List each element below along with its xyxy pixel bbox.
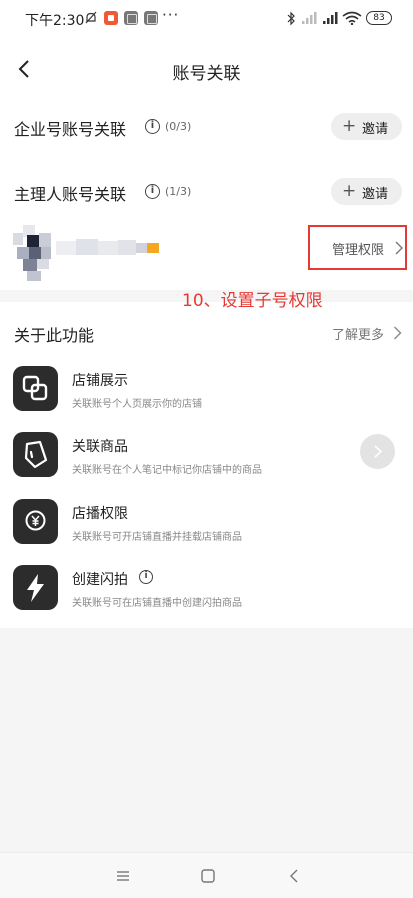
feature-item: 店播权限 关联账号可开店铺直播并挂载店铺商品	[0, 499, 413, 565]
feature-desc: 关联账号在个人笔记中标记你店铺中的商品	[72, 465, 262, 476]
about-section: 关于此功能 了解更多 店铺展示 关联账号个人页展示你的店铺 关联商品 关联账号在…	[0, 302, 413, 628]
signal-icon	[323, 12, 338, 24]
back-icon[interactable]	[286, 867, 304, 885]
feature-title: 店播权限	[72, 506, 128, 522]
manager-link-title: 主理人账号关联	[14, 185, 127, 204]
invite-label: 邀请	[362, 122, 389, 137]
enterprise-link-count: (0/3)	[165, 120, 192, 133]
about-title: 关于此功能	[14, 326, 95, 345]
manager-invite-button[interactable]: + 邀请	[331, 178, 402, 205]
wifi-icon	[342, 11, 362, 25]
bluetooth-icon	[287, 11, 295, 26]
yen-coin-icon	[13, 499, 58, 544]
plus-icon: +	[342, 181, 357, 201]
feature-desc: 关联账号个人页展示你的店铺	[72, 399, 202, 410]
page-title: 账号关联	[172, 64, 241, 84]
feature-title: 创建闪拍	[72, 572, 128, 588]
bell-muted-icon	[85, 11, 97, 24]
lightning-icon	[13, 565, 58, 610]
enterprise-invite-button[interactable]: + 邀请	[331, 113, 402, 140]
battery-indicator: 83	[366, 11, 392, 25]
notification-app-icon	[104, 11, 118, 25]
menu-icon[interactable]	[114, 867, 132, 885]
info-icon[interactable]: i	[145, 184, 160, 199]
info-icon[interactable]: i	[139, 570, 153, 584]
blurred-account-name	[56, 239, 159, 255]
signal-icon	[302, 12, 317, 24]
status-time: 下午2:30	[25, 13, 85, 29]
chevron-right-icon	[395, 241, 403, 255]
feature-item: 店铺展示 关联账号个人页展示你的店铺	[0, 366, 413, 432]
manage-permissions-label: 管理权限	[332, 243, 385, 258]
home-icon[interactable]	[199, 867, 217, 885]
plus-icon: +	[342, 116, 357, 136]
more-notifications-icon: ···	[162, 6, 180, 24]
feature-desc: 关联账号可在店铺直播中创建闪拍商品	[72, 598, 242, 609]
learn-more-link[interactable]: 了解更多	[332, 324, 384, 343]
notification-app-icon	[124, 11, 138, 25]
feature-title: 店铺展示	[72, 373, 128, 389]
chevron-right-icon	[374, 445, 383, 458]
manage-permissions-button[interactable]: 管理权限	[308, 225, 407, 270]
nav-bar: 账号关联	[0, 38, 413, 100]
chevron-right-icon[interactable]	[393, 326, 402, 340]
scroll-next-button[interactable]	[360, 434, 395, 469]
notification-app-icon	[144, 11, 158, 25]
feature-item: 关联商品 关联账号在个人笔记中标记你店铺中的商品	[0, 432, 413, 498]
status-bar: 下午2:30 ··· 83	[0, 0, 413, 38]
avatar	[13, 225, 51, 281]
info-icon[interactable]: i	[145, 119, 160, 134]
manager-link-count: (1/3)	[165, 185, 192, 198]
system-nav-bar	[0, 852, 413, 898]
invite-label: 邀请	[362, 187, 389, 202]
feature-title: 关联商品	[72, 439, 128, 455]
enterprise-link-title: 企业号账号关联	[14, 120, 127, 139]
overlapping-squares-icon	[13, 366, 58, 411]
annotation-label: 10、设置子号权限	[182, 291, 323, 311]
feature-item: 创建闪拍 i 关联账号可在店铺直播中创建闪拍商品	[0, 565, 413, 631]
feature-desc: 关联账号可开店铺直播并挂载店铺商品	[72, 532, 242, 543]
tag-icon	[13, 432, 58, 477]
